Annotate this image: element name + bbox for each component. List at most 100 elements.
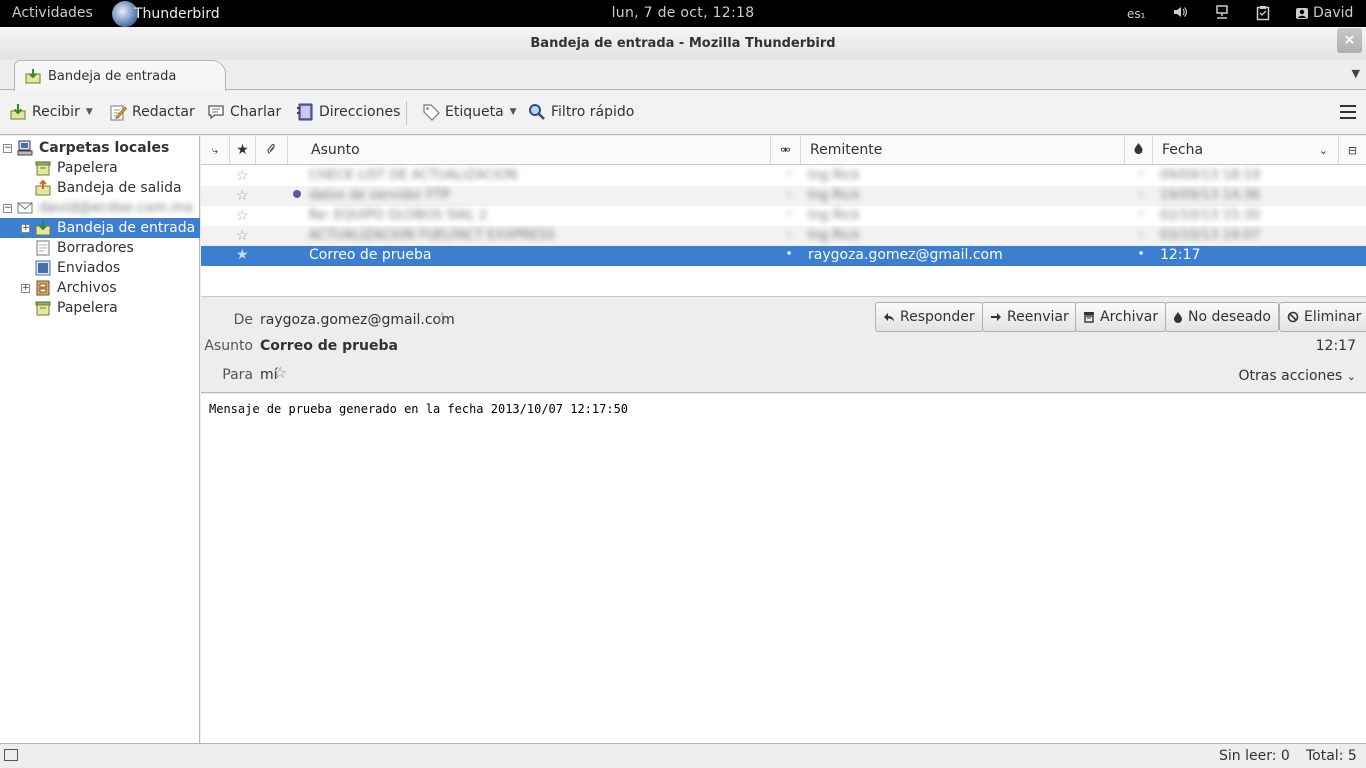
chat-button[interactable]: Charlar (207, 103, 281, 121)
junk-button[interactable]: No deseado (1165, 302, 1279, 332)
activities-button[interactable]: Actividades (12, 5, 93, 21)
attachment-column-icon[interactable] (256, 136, 288, 165)
quick-filter-button[interactable]: Filtro rápido (528, 103, 634, 121)
folder-sent[interactable]: Enviados (0, 258, 200, 278)
folder-trash[interactable]: Papelera (0, 298, 200, 318)
user-menu[interactable]: David (1295, 5, 1353, 21)
star-icon[interactable]: ☆ (236, 228, 249, 244)
network-icon[interactable] (1215, 5, 1229, 24)
account-name: david@ecdse.com.mx (39, 200, 194, 216)
sender-column-header[interactable]: Remitente (801, 136, 1125, 165)
folder-label: Enviados (57, 260, 121, 276)
read-dot-icon[interactable]: • (785, 188, 793, 203)
star-icon[interactable]: ☆ (236, 168, 249, 184)
window-titlebar[interactable]: Bandeja de entrada - Mozilla Thunderbird… (0, 27, 1366, 60)
table-row[interactable]: ☆ datos de servidor FTP • Ing Rick • 19/… (201, 186, 1366, 206)
forward-button[interactable]: Reenviar (982, 302, 1077, 332)
star-icon[interactable]: ☆ (236, 188, 249, 204)
subject-column-header[interactable]: Asunto (288, 136, 771, 165)
message-list[interactable]: ⤷ ★ Asunto ⚮ Remitente Fecha ⌄ ⊟ ☆ CHECK… (201, 136, 1366, 297)
clock[interactable]: lun, 7 de oct, 12:18 (612, 5, 755, 21)
tab-list-chevron-icon[interactable]: ▼ (1352, 67, 1360, 80)
folder-archives[interactable]: + Archivos (0, 278, 200, 298)
offline-status-icon[interactable] (4, 749, 18, 761)
message-sender: Ing Rick (808, 228, 860, 243)
folder-label: Papelera (57, 160, 118, 176)
read-dot-icon[interactable]: • (785, 208, 793, 223)
collapse-icon[interactable]: − (3, 204, 12, 213)
unread-count: Sin leer: 0 (1219, 748, 1290, 764)
folder-account[interactable]: − david@ecdse.com.mx (0, 198, 200, 218)
message-body[interactable]: Mensaje de prueba generado en la fecha 2… (201, 394, 1366, 743)
message-sender: Ing Rick (808, 168, 860, 183)
junk-dot-icon[interactable]: • (1137, 168, 1145, 183)
reply-button[interactable]: Responder (875, 302, 983, 332)
thread-column-icon[interactable]: ⤷ (201, 136, 230, 165)
get-messages-button[interactable]: Recibir ▼ (9, 103, 93, 121)
inbox-icon (35, 221, 51, 236)
junk-column-icon[interactable] (1125, 136, 1153, 165)
message-date: 03/10/13 19:07 (1160, 228, 1260, 243)
other-actions-menu[interactable]: Otras acciones ⌄ (1239, 368, 1356, 384)
volume-icon[interactable] (1173, 5, 1187, 23)
toolbar-separator (406, 101, 407, 125)
archive-icon (1084, 312, 1094, 323)
app-menu-label: Thunderbird (134, 5, 220, 22)
search-icon (529, 104, 545, 120)
folder-label: Bandeja de salida (57, 180, 182, 196)
read-dot-icon[interactable]: • (785, 246, 793, 262)
sort-chevron-icon[interactable]: ⌄ (1319, 136, 1328, 165)
column-picker-icon[interactable]: ⊟ (1339, 136, 1366, 165)
from-address[interactable]: raygoza.gomez@gmail.com (260, 312, 455, 328)
hamburger-menu-icon[interactable] (1340, 105, 1356, 119)
table-row[interactable]: ☆ Re: EQUIPO GLOBOS SIAL 2 • Ing Rick • … (201, 206, 1366, 226)
star-icon[interactable]: ★ (236, 247, 249, 263)
tab-inbox[interactable]: Bandeja de entrada (14, 60, 226, 91)
tag-button[interactable]: Etiqueta ▼ (422, 103, 517, 121)
window-title: Bandeja de entrada - Mozilla Thunderbird (530, 36, 836, 51)
message-body-text: Mensaje de prueba generado en la fecha 2… (209, 402, 629, 416)
tag-label: Etiqueta (445, 104, 504, 120)
star-icon[interactable]: ☆ (435, 308, 449, 327)
folder-inbox[interactable]: + Bandeja de entrada (0, 218, 200, 238)
folder-label: Borradores (57, 240, 134, 256)
app-menu[interactable]: Thunderbird (112, 0, 220, 27)
table-row[interactable]: ☆ CHECK LIST DE ACTUALIZACION • Ing Rick… (201, 166, 1366, 186)
expand-icon[interactable]: + (21, 284, 30, 293)
archive-icon (36, 280, 50, 296)
junk-dot-icon[interactable]: • (1137, 208, 1145, 223)
tag-icon (423, 104, 440, 121)
folder-trash-local[interactable]: Papelera (0, 158, 200, 178)
read-column-icon[interactable]: ⚮ (771, 136, 801, 165)
date-column-header[interactable]: Fecha ⌄ (1153, 136, 1339, 165)
star-column-icon[interactable]: ★ (230, 136, 256, 165)
message-subject-title: Correo de prueba (260, 338, 398, 354)
folder-outbox[interactable]: Bandeja de salida (0, 178, 200, 198)
status-bar: Sin leer: 0 Total: 5 (0, 743, 1366, 768)
collapse-icon[interactable]: − (3, 144, 12, 153)
table-row[interactable]: ☆ ACTUALIZACION FUELFACT EXXPRESS • Ing … (201, 226, 1366, 246)
folder-drafts[interactable]: Borradores (0, 238, 200, 258)
expand-icon[interactable]: + (21, 224, 30, 233)
write-button[interactable]: Redactar (109, 103, 195, 121)
read-dot-icon[interactable]: • (785, 228, 793, 243)
drafts-icon (36, 240, 50, 256)
archive-button[interactable]: Archivar (1075, 302, 1167, 332)
message-sender: Ing Rick (808, 188, 860, 203)
junk-dot-icon[interactable]: • (1137, 228, 1145, 243)
keyboard-layout-indicator[interactable]: es₁ (1127, 7, 1145, 21)
close-icon[interactable]: × (1337, 28, 1362, 53)
star-icon[interactable]: ☆ (273, 363, 287, 382)
chevron-down-icon[interactable]: ▼ (86, 107, 93, 117)
delete-button[interactable]: Eliminar (1279, 302, 1366, 332)
folder-local-folders[interactable]: − Carpetas locales (0, 138, 200, 158)
table-row-selected[interactable]: ★ Correo de prueba • raygoza.gomez@gmail… (201, 246, 1366, 266)
junk-dot-icon[interactable]: • (1137, 188, 1145, 203)
address-book-button[interactable]: Direcciones (296, 103, 400, 121)
star-icon[interactable]: ☆ (236, 208, 249, 224)
junk-dot-icon[interactable]: • (1137, 246, 1145, 262)
read-dot-icon[interactable]: • (785, 168, 793, 183)
clipboard-icon[interactable] (1256, 5, 1270, 25)
folder-label: Bandeja de entrada (57, 220, 196, 236)
message-list-header: ⤷ ★ Asunto ⚮ Remitente Fecha ⌄ ⊟ (201, 136, 1366, 165)
